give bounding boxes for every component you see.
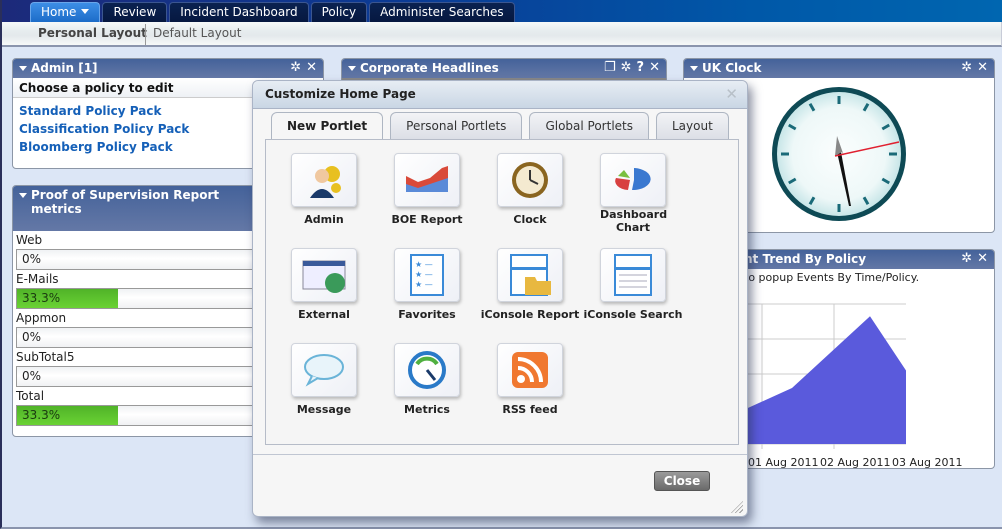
pie-chart-icon[interactable]: [600, 153, 666, 207]
external-globe-icon[interactable]: [291, 248, 357, 302]
portlet-option-dashboard-chart[interactable]: Dashboard Chart: [583, 153, 683, 234]
portlet-option-iconsole-report[interactable]: iConsole Report: [480, 248, 580, 321]
help-icon[interactable]: ?: [637, 59, 645, 77]
portlet-option-rss-feed[interactable]: RSS feed: [480, 343, 580, 416]
close-icon[interactable]: ✕: [725, 81, 738, 108]
headlines-portlet-title: Corporate Headlines: [360, 61, 499, 75]
tab-global-portlets[interactable]: Global Portlets: [529, 112, 649, 139]
admin-portlet-title: Admin [1]: [31, 61, 98, 75]
gear-icon[interactable]: ✲: [961, 250, 972, 268]
portlet-option-admin[interactable]: Admin: [274, 153, 374, 226]
portlet-option-iconsole-search[interactable]: iConsole Search: [583, 248, 683, 321]
metric-value: 0%: [22, 252, 42, 266]
admin-gears-icon[interactable]: [291, 153, 357, 207]
metric-value: 0%: [22, 330, 42, 344]
x-tick-label: 03 Aug 2011: [892, 456, 962, 469]
collapse-icon[interactable]: [19, 193, 27, 198]
collapse-icon[interactable]: [19, 66, 27, 71]
portlet-option-boe-report[interactable]: BOE Report: [377, 153, 477, 226]
portlet-option-label: Message: [296, 403, 352, 416]
clock-portlet-title: UK Clock: [702, 61, 762, 75]
dialog-title: Customize Home Page: [265, 87, 416, 101]
admin-portlet-header[interactable]: Admin [1] ✲ ✕: [13, 59, 323, 78]
portlet-option-label: iConsole Search: [583, 308, 683, 321]
clock-portlet-header[interactable]: UK Clock ✲ ✕: [684, 59, 994, 78]
svg-text:★ —: ★ —: [415, 280, 433, 289]
gauge-icon[interactable]: [394, 343, 460, 397]
report-folder-icon[interactable]: [497, 248, 563, 302]
top-nav-bar: Home Review Incident Dashboard Policy Ad…: [2, 0, 1002, 22]
portlet-option-label: Metrics: [404, 403, 450, 416]
svg-text:★ —: ★ —: [415, 260, 433, 269]
portlet-option-label: Dashboard Chart: [600, 208, 668, 234]
close-icon[interactable]: ✕: [977, 250, 988, 268]
restore-icon[interactable]: ❐: [604, 59, 616, 77]
close-icon[interactable]: ✕: [649, 59, 660, 77]
tab-layout[interactable]: Layout: [656, 112, 729, 139]
analog-clock: [772, 87, 906, 221]
customize-home-dialog: Customize Home Page ✕ New Portlet Person…: [252, 80, 748, 517]
close-icon[interactable]: ✕: [306, 59, 317, 77]
speech-bubble-icon[interactable]: [291, 343, 357, 397]
layout-bar: Personal Layout Default Layout: [2, 22, 1002, 47]
metric-value: 33.3%: [22, 291, 61, 305]
tab-administer-searches[interactable]: Administer Searches: [369, 2, 515, 22]
portlet-option-metrics[interactable]: Metrics: [377, 343, 477, 416]
x-tick-label: 01 Aug 2011: [748, 456, 818, 469]
portlet-option-label: External: [298, 308, 350, 321]
main-tabs: Home Review Incident Dashboard Policy Ad…: [30, 2, 515, 22]
collapse-icon[interactable]: [348, 66, 356, 71]
clock-icon[interactable]: [497, 153, 563, 207]
gear-icon[interactable]: ✲: [290, 59, 301, 77]
close-icon[interactable]: ✕: [977, 59, 988, 77]
rss-icon[interactable]: [497, 343, 563, 397]
portlet-option-label: Admin: [304, 213, 344, 226]
portlet-option-clock[interactable]: Clock: [480, 153, 580, 226]
portlet-option-message[interactable]: Message: [274, 343, 374, 416]
x-tick-label: 02 Aug 2011: [820, 456, 890, 469]
favorites-list-icon[interactable]: ★ — ★ — ★ —: [394, 248, 460, 302]
tab-new-portlet[interactable]: New Portlet: [271, 112, 384, 140]
dialog-footer-divider: [253, 454, 747, 455]
tab-policy[interactable]: Policy: [310, 2, 368, 22]
tab-review[interactable]: Review: [102, 2, 168, 22]
portlet-option-label: BOE Report: [391, 213, 463, 226]
close-button[interactable]: Close: [654, 471, 710, 491]
chevron-down-icon[interactable]: [81, 9, 90, 14]
trend-portlet-title: nt Trend By Policy: [744, 252, 867, 266]
tab-incident-dashboard[interactable]: Incident Dashboard: [169, 2, 309, 22]
gear-icon[interactable]: ✲: [961, 59, 972, 77]
tab-personal-portlets[interactable]: Personal Portlets: [390, 112, 523, 139]
personal-layout-link[interactable]: Personal Layout: [38, 26, 147, 40]
default-layout-link[interactable]: Default Layout: [153, 26, 241, 40]
portlet-gallery: Admin BOE Report Clock Dashboard Chart Exter…: [265, 139, 739, 445]
portlet-option-label: iConsole Report: [480, 308, 580, 321]
portlet-option-label: Favorites: [398, 308, 456, 321]
metric-value: 33.3%: [22, 408, 61, 422]
tab-home[interactable]: Home: [30, 2, 101, 22]
portlet-option-label: RSS feed: [502, 403, 558, 416]
portlet-option-external[interactable]: External: [274, 248, 374, 321]
dialog-tabs: New Portlet Personal Portlets Global Por…: [271, 112, 729, 140]
gear-icon[interactable]: ✲: [621, 59, 632, 77]
search-list-icon[interactable]: [600, 248, 666, 302]
collapse-icon[interactable]: [690, 66, 698, 71]
portlet-option-label: Clock: [513, 213, 547, 226]
dialog-header[interactable]: Customize Home Page ✕: [253, 81, 747, 109]
svg-text:★ —: ★ —: [415, 270, 433, 279]
headlines-portlet-header[interactable]: Corporate Headlines ❐ ✲? ✕: [342, 59, 666, 78]
resize-grip-icon[interactable]: [731, 501, 743, 513]
layout-separator: [145, 24, 146, 45]
tab-home-label: Home: [41, 5, 77, 19]
area-chart-icon[interactable]: [394, 153, 460, 207]
metric-value: 0%: [22, 369, 42, 383]
portlet-option-favorites[interactable]: ★ — ★ — ★ — Favorites: [377, 248, 477, 321]
